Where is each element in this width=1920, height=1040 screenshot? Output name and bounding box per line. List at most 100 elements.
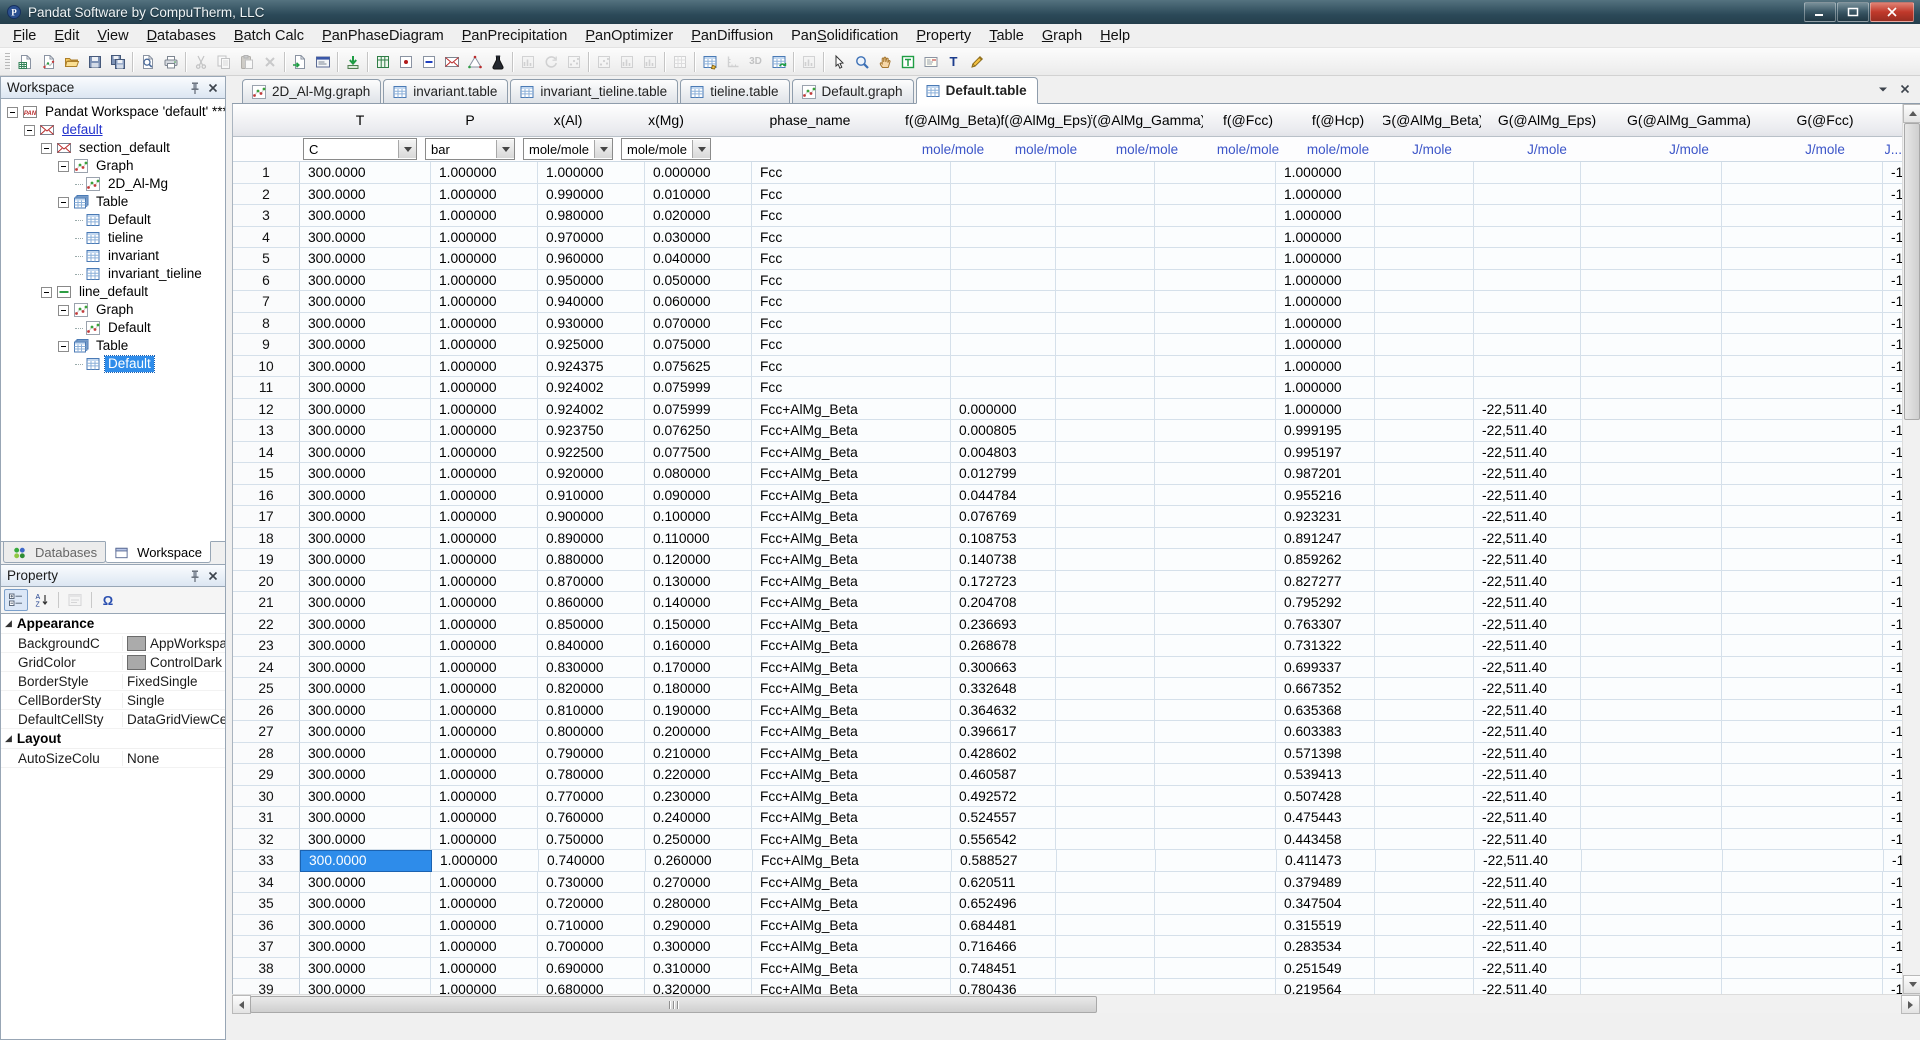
cell-f-almg-eps[interactable]: [1056, 678, 1155, 700]
row-number[interactable]: 23: [233, 635, 300, 657]
cell-t[interactable]: 300.0000: [300, 635, 431, 657]
tree-expander-icon[interactable]: [41, 287, 52, 298]
cell-f-almg-eps[interactable]: [1056, 807, 1155, 829]
cell-x-al[interactable]: 0.923750: [538, 420, 645, 442]
row-number[interactable]: 35: [233, 893, 300, 915]
cell-x-mg[interactable]: 0.270000: [645, 872, 752, 894]
row-number[interactable]: 38: [233, 958, 300, 980]
column-header-phase-name[interactable]: phase_name: [715, 104, 905, 136]
cell-g-almg-gamma[interactable]: [1722, 313, 1883, 335]
cell-phase-name[interactable]: Fcc: [752, 377, 951, 399]
cell-phase-name[interactable]: Fcc+AlMg_Beta: [752, 463, 951, 485]
cell-p[interactable]: 1.000000: [431, 485, 538, 507]
cell-g-almg-gamma[interactable]: [1722, 399, 1883, 421]
row-number[interactable]: 20: [233, 571, 300, 593]
cell-f-fcc[interactable]: 1.000000: [1276, 205, 1375, 227]
cell-g-fcc[interactable]: -19,749.00: [1883, 764, 1903, 786]
unit-dropdown-p[interactable]: bar: [425, 138, 515, 160]
cell-f-fcc[interactable]: 0.999195: [1276, 420, 1375, 442]
cell-g-fcc[interactable]: -19,270.80: [1883, 227, 1903, 249]
cell-g-almg-beta[interactable]: -22,511.40: [1474, 614, 1581, 636]
cell-f-almg-eps[interactable]: [1056, 872, 1155, 894]
cell-g-almg-beta[interactable]: -22,511.40: [1474, 915, 1581, 937]
cell-p[interactable]: 1.000000: [431, 614, 538, 636]
column-header-f-hcp[interactable]: f(@Hcp): [1293, 104, 1383, 136]
cell-f-hcp[interactable]: [1375, 915, 1474, 937]
property-section-layout[interactable]: ◢Layout: [1, 729, 225, 749]
cell-f-hcp[interactable]: [1375, 829, 1474, 851]
tree-expander-icon[interactable]: [41, 143, 52, 154]
cell-x-al[interactable]: 0.710000: [538, 915, 645, 937]
cell-f-almg-gamma[interactable]: [1155, 270, 1276, 292]
cell-f-hcp[interactable]: [1375, 356, 1474, 378]
cell-x-al[interactable]: 0.860000: [538, 592, 645, 614]
horizontal-scroll-thumb[interactable]: [250, 996, 1097, 1013]
scroll-down-icon[interactable]: [1903, 975, 1920, 994]
cell-f-hcp[interactable]: [1375, 248, 1474, 270]
menu-batch-calc[interactable]: Batch Calc: [225, 26, 313, 46]
row-number[interactable]: 12: [233, 399, 300, 421]
cell-f-fcc[interactable]: 0.859262: [1276, 549, 1375, 571]
cell-x-al[interactable]: 0.730000: [538, 872, 645, 894]
cell-f-almg-eps[interactable]: [1056, 936, 1155, 958]
cell-g-almg-beta[interactable]: -22,511.40: [1474, 700, 1581, 722]
panel-tab-databases[interactable]: Databases: [3, 542, 106, 563]
cell-phase-name[interactable]: Fcc+AlMg_Beta: [752, 442, 951, 464]
cell-f-hcp[interactable]: [1375, 678, 1474, 700]
row-number[interactable]: 39: [233, 979, 300, 994]
cell-t[interactable]: 300.0000: [300, 162, 431, 184]
cell-g-almg-gamma[interactable]: [1722, 442, 1883, 464]
import-to-workspace-icon[interactable]: [288, 50, 311, 73]
cell-x-mg[interactable]: 0.290000: [645, 915, 752, 937]
cell-g-almg-eps[interactable]: [1581, 442, 1722, 464]
doc-tab-default-graph[interactable]: Default.graph: [792, 79, 914, 103]
cell-t[interactable]: 300.0000: [300, 700, 431, 722]
cell-g-almg-gamma[interactable]: [1723, 850, 1884, 872]
cell-f-almg-gamma[interactable]: [1155, 592, 1276, 614]
cell-f-almg-gamma[interactable]: [1155, 893, 1276, 915]
cell-f-almg-eps[interactable]: [1056, 377, 1155, 399]
cell-g-almg-beta[interactable]: -22,511.40: [1474, 571, 1581, 593]
cell-g-fcc[interactable]: -19,749.00: [1883, 700, 1903, 722]
pin-icon[interactable]: [187, 80, 203, 96]
cell-f-almg-gamma[interactable]: [1155, 227, 1276, 249]
cell-g-almg-eps[interactable]: [1581, 764, 1722, 786]
cell-phase-name[interactable]: Fcc+AlMg_Beta: [752, 893, 951, 915]
tree-item-invariant[interactable]: invariant: [1, 247, 225, 265]
cell-f-almg-beta[interactable]: 0.300663: [951, 657, 1056, 679]
cell-x-al[interactable]: 0.820000: [538, 678, 645, 700]
maximize-button[interactable]: [1837, 2, 1869, 22]
cell-f-almg-eps[interactable]: [1056, 442, 1155, 464]
cell-phase-name[interactable]: Fcc: [752, 227, 951, 249]
cell-x-al[interactable]: 0.830000: [538, 657, 645, 679]
cell-x-mg[interactable]: 0.210000: [645, 743, 752, 765]
cell-g-fcc[interactable]: -18,756.90: [1883, 162, 1903, 184]
doc-tab-invariant-table[interactable]: invariant.table: [383, 79, 508, 103]
menu-pandiffusion[interactable]: PanDiffusion: [682, 26, 782, 46]
vertical-scroll-thumb[interactable]: [1904, 123, 1920, 420]
cell-f-almg-beta[interactable]: [951, 334, 1056, 356]
cell-g-almg-eps[interactable]: [1581, 936, 1722, 958]
cell-f-hcp[interactable]: [1375, 979, 1474, 994]
cell-g-almg-beta[interactable]: -22,511.40: [1474, 936, 1581, 958]
cell-x-al[interactable]: 0.924002: [538, 377, 645, 399]
cell-x-al[interactable]: 0.880000: [538, 549, 645, 571]
cell-f-almg-eps[interactable]: [1056, 635, 1155, 657]
cell-f-fcc[interactable]: 0.379489: [1276, 872, 1375, 894]
cell-f-fcc[interactable]: 0.571398: [1276, 743, 1375, 765]
alphabetical-sort-icon[interactable]: AZ: [30, 589, 54, 611]
pointer-icon[interactable]: [827, 50, 850, 73]
cell-f-almg-beta[interactable]: 0.652496: [951, 893, 1056, 915]
cell-f-fcc[interactable]: 0.603383: [1276, 721, 1375, 743]
row-number[interactable]: 5: [233, 248, 300, 270]
cell-f-hcp[interactable]: [1375, 657, 1474, 679]
cell-f-almg-eps[interactable]: [1056, 420, 1155, 442]
tree-item-section-default[interactable]: section_default: [1, 139, 225, 157]
cell-g-almg-eps[interactable]: [1581, 721, 1722, 743]
cell-p[interactable]: 1.000000: [431, 721, 538, 743]
cell-p[interactable]: 1.000000: [431, 227, 538, 249]
cell-g-fcc[interactable]: -19,499.70: [1883, 270, 1903, 292]
cell-x-mg[interactable]: 0.000000: [645, 162, 752, 184]
cell-g-almg-gamma[interactable]: [1722, 700, 1883, 722]
cell-phase-name[interactable]: Fcc+AlMg_Beta: [752, 700, 951, 722]
